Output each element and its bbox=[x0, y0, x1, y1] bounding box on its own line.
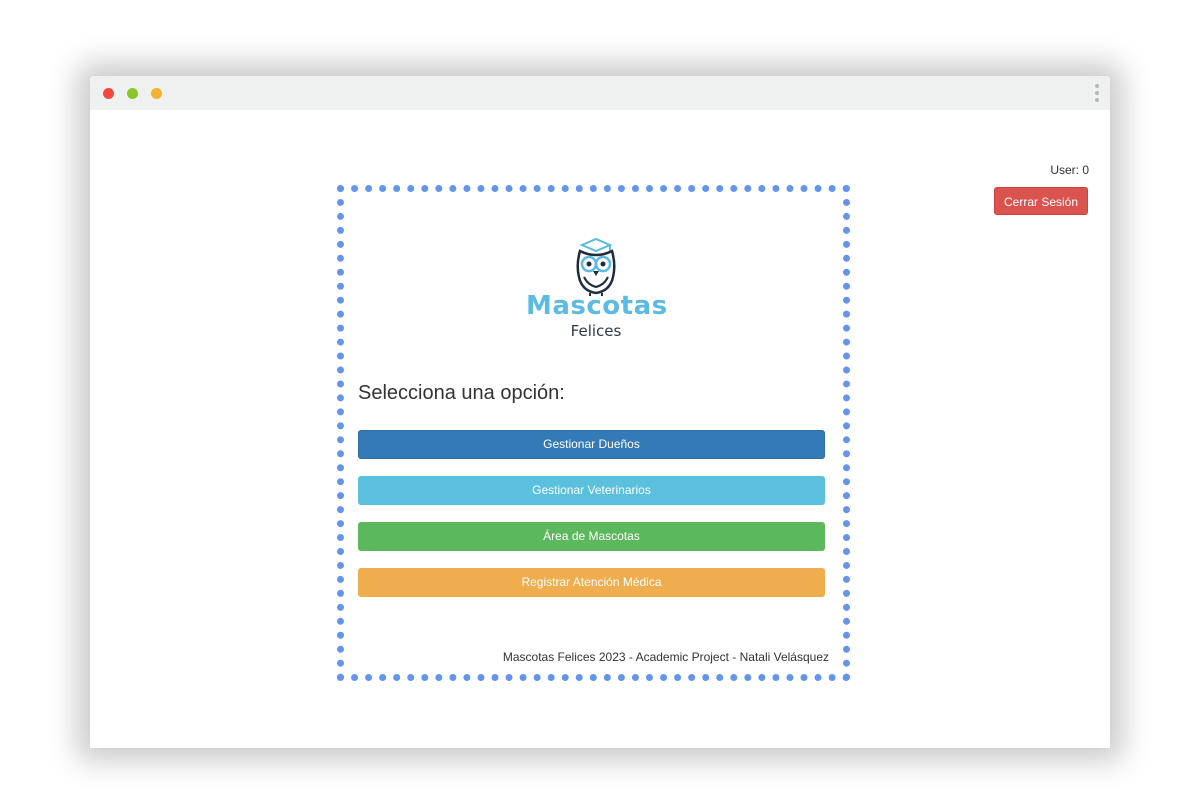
logout-button[interactable]: Cerrar Sesión bbox=[994, 187, 1088, 215]
maximize-window-icon[interactable] bbox=[151, 88, 162, 99]
manage-vets-button[interactable]: Gestionar Veterinarios bbox=[358, 476, 825, 505]
main-panel: Mascotas Felices Selecciona una opción: … bbox=[337, 185, 850, 681]
brand-subtitle: Felices bbox=[570, 322, 622, 340]
menu-heading: Selecciona una opción: bbox=[358, 382, 565, 404]
register-medical-care-button[interactable]: Registrar Atención Médica bbox=[358, 568, 825, 597]
pets-area-button[interactable]: Área de Mascotas bbox=[358, 522, 825, 551]
brand-logo: Mascotas Felices bbox=[526, 237, 668, 347]
manage-owners-button[interactable]: Gestionar Dueños bbox=[358, 430, 825, 459]
owl-graduate-icon bbox=[576, 237, 616, 296]
kebab-menu-icon[interactable] bbox=[1094, 84, 1100, 104]
browser-window: User: 0 Cerrar Sesión Mascotas Felices S… bbox=[90, 76, 1110, 748]
close-window-icon[interactable] bbox=[103, 88, 114, 99]
brand-name: Mascotas bbox=[526, 291, 668, 321]
footer-text: Mascotas Felices 2023 - Academic Project… bbox=[502, 650, 829, 664]
minimize-window-icon[interactable] bbox=[127, 88, 138, 99]
user-label: User: 0 bbox=[1050, 163, 1089, 177]
window-titlebar bbox=[90, 76, 1110, 110]
